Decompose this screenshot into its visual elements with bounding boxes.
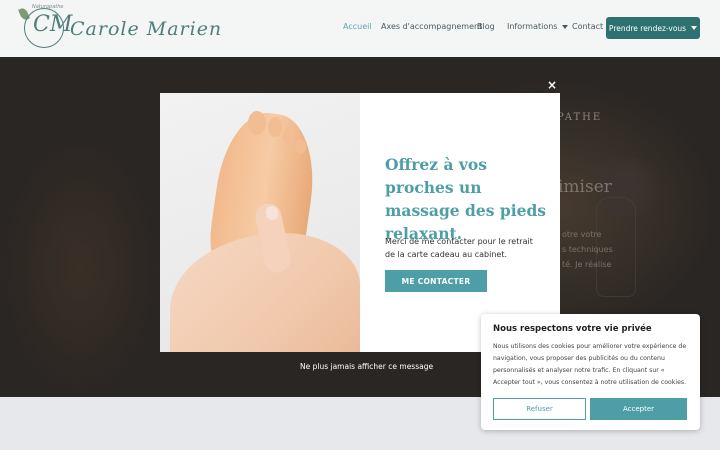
toe-shape <box>248 111 266 135</box>
reject-cookies-button[interactable]: Refuser <box>493 398 586 420</box>
never-show-again-link[interactable]: Ne plus jamais afficher ce message <box>300 362 433 371</box>
accept-cookies-button[interactable]: Accepter <box>590 398 687 420</box>
book-appointment-button[interactable]: Prendre rendez-vous <box>606 17 700 39</box>
toe-shape <box>283 127 295 144</box>
site-header: Naturopathe CM Carole Marien Accueil Axe… <box>0 0 720 57</box>
cookie-text: Nous utilisons des cookies pour améliore… <box>493 343 687 386</box>
nav-item-informations[interactable]: Informations <box>507 22 569 31</box>
nav-item-blog[interactable]: Blog <box>477 22 495 31</box>
nav-item-axes[interactable]: Axes d'accompagnement <box>381 22 482 31</box>
close-icon[interactable]: × <box>546 79 558 91</box>
toe-shape <box>268 117 282 137</box>
logo-name: Carole Marien <box>70 18 223 40</box>
hero-text-line: s techniques <box>562 245 613 254</box>
background-glow <box>0 137 160 397</box>
hero-text-line: té. Je réalise <box>562 260 612 269</box>
cookie-title: Nous respectons votre vie privée <box>493 324 652 334</box>
contact-me-button[interactable]: ME CONTACTER <box>385 270 487 292</box>
nav-item-accueil[interactable]: Accueil <box>343 22 372 31</box>
hero-text-line: otre votre <box>562 230 602 239</box>
popup-text: Merci de me contacter pour le retrait de… <box>385 237 533 259</box>
hero-kicker: PATHE <box>557 112 603 123</box>
cta-label: Prendre rendez-vous <box>608 23 687 33</box>
foot-massage-image <box>160 93 360 352</box>
logo[interactable]: Naturopathe CM Carole Marien <box>18 4 221 52</box>
chevron-down-icon <box>562 24 569 29</box>
nav-item-label: Informations <box>507 22 558 31</box>
chevron-down-icon <box>691 26 698 30</box>
toe-shape <box>295 139 306 154</box>
nav-item-contact[interactable]: Contact <box>572 22 603 31</box>
logo-monogram: CM <box>33 12 73 37</box>
hero-headline: imiser <box>558 177 612 197</box>
cookie-banner: Nous respectons votre vie privée Nous ut… <box>481 314 700 430</box>
popup-title: Offrez à vos proches un massage des pied… <box>385 155 547 243</box>
